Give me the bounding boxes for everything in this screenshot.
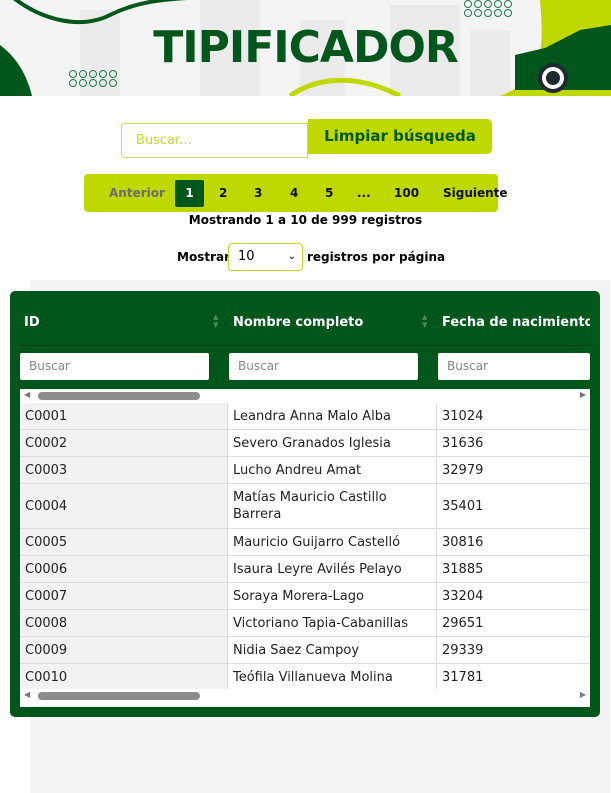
table-row[interactable]: C0010 Teófila Villanueva Molina 31781	[20, 664, 590, 691]
cell-birthdate: 31636	[442, 435, 484, 451]
pagination: Anterior 1 2 3 4 5 ... 100 Siguiente	[84, 174, 508, 212]
cell-birthdate: 29651	[442, 615, 484, 631]
cell-birthdate: 31885	[442, 561, 484, 577]
scrollbar-thumb[interactable]	[38, 392, 200, 400]
table-row[interactable]: C0009 Nidia Saez Campoy 29339	[20, 637, 590, 664]
cell-name: Victoriano Tapia-Cabanillas	[228, 610, 437, 636]
page-1[interactable]: 1	[175, 180, 204, 207]
page-2[interactable]: 2	[219, 174, 227, 212]
divider	[20, 345, 590, 346]
table-row[interactable]: C0001 Leandra Anna Malo Alba 31024	[20, 403, 590, 430]
column-header-name[interactable]: Nombre completo	[233, 315, 363, 330]
column-header-id[interactable]: ID	[24, 315, 40, 330]
cell-birthdate: 31781	[442, 669, 484, 685]
cell-name: Leandra Anna Malo Alba	[228, 403, 437, 429]
length-label-prefix: Mostrar	[177, 250, 230, 264]
prev-page-button[interactable]: Anterior	[109, 174, 165, 212]
page-5[interactable]: 5	[325, 174, 333, 212]
page-length-value: 10	[238, 249, 255, 264]
scroll-left-icon[interactable]: ◀	[24, 690, 30, 699]
filter-name-input[interactable]: Buscar	[229, 353, 418, 380]
sort-icon[interactable]: ▲ ▼	[422, 313, 427, 329]
cell-id: C0001	[20, 403, 228, 429]
table-row[interactable]: C0007 Soraya Morera-Lago 33204	[20, 583, 590, 610]
scroll-right-icon[interactable]: ▶	[580, 690, 586, 699]
table-row[interactable]: C0005 Mauricio Guijarro Castelló 30816	[20, 529, 590, 556]
cell-name: Lucho Andreu Amat	[228, 457, 437, 483]
cell-birthdate: 35401	[442, 498, 484, 514]
cell-name: Severo Granados Iglesia	[228, 430, 437, 456]
sort-icon[interactable]: ▲ ▼	[213, 313, 218, 329]
cell-id: C0006	[20, 556, 228, 582]
cell-name: Isaura Leyre Avilés Pelayo	[228, 556, 437, 582]
filter-id-input[interactable]: Buscar	[20, 353, 209, 380]
cell-birthdate: 33204	[442, 588, 484, 604]
column-header-birthdate[interactable]: Fecha de nacimiento	[442, 315, 590, 330]
cell-id: C0007	[20, 583, 228, 609]
cell-id: C0008	[20, 610, 228, 636]
table-row[interactable]: C0006 Isaura Leyre Avilés Pelayo 31885	[20, 556, 590, 583]
cell-id: C0002	[20, 430, 228, 456]
table-row[interactable]: C0002 Severo Granados Iglesia 31636	[20, 430, 590, 457]
next-page-button[interactable]: Siguiente	[443, 174, 508, 212]
cell-id: C0009	[20, 637, 228, 663]
scrollbar-thumb[interactable]	[38, 692, 200, 700]
cell-id: C0003	[20, 457, 228, 483]
horizontal-scrollbar-top[interactable]: ◀ ▶	[20, 389, 590, 403]
table-row[interactable]: C0003 Lucho Andreu Amat 32979	[20, 457, 590, 484]
page-title: TIPIFICADOR	[153, 22, 459, 73]
cell-birthdate: 29339	[442, 642, 484, 658]
scroll-left-icon[interactable]: ◀	[24, 390, 30, 399]
cell-name: Matías Mauricio Castillo Barrera	[228, 484, 437, 528]
page-100[interactable]: 100	[394, 174, 419, 212]
records-info: Mostrando 1 a 10 de 999 registros	[188, 213, 423, 227]
clear-search-button[interactable]: Limpiar búsqueda	[308, 119, 492, 154]
table-row[interactable]: C0004 Matías Mauricio Castillo Barrera 354…	[20, 484, 590, 529]
cell-id: C0005	[20, 529, 228, 555]
page-3[interactable]: 3	[254, 174, 262, 212]
page-ellipsis: ...	[357, 186, 371, 200]
cell-name: Teófila Villanueva Molina	[228, 664, 437, 690]
length-label-suffix: registros por página	[307, 250, 446, 264]
cell-birthdate: 30816	[442, 534, 484, 550]
cell-id: C0010	[20, 664, 228, 690]
table-row[interactable]: C0008 Victoriano Tapia-Cabanillas 29651	[20, 610, 590, 637]
page-length-select[interactable]: 10 ⌄	[228, 243, 303, 271]
table-body: ◀ ▶ C0001 Leandra Anna Malo Alba 31024 C0002…	[20, 389, 590, 707]
cell-name: Nidia Saez Campoy	[228, 637, 437, 663]
cell-birthdate: 31024	[442, 408, 484, 424]
cell-name: Mauricio Guijarro Castelló	[228, 529, 437, 555]
cell-id: C0004	[20, 484, 228, 528]
chevron-down-icon: ⌄	[287, 251, 296, 262]
filter-birthdate-input[interactable]: Buscar	[438, 353, 590, 380]
data-table: ID ▲ ▼ Nombre completo ▲ ▼ Fecha de nacimi…	[10, 291, 600, 717]
header-banner: TIPIFICADOR	[0, 0, 611, 96]
cell-birthdate: 32979	[442, 462, 484, 478]
horizontal-scrollbar-bottom[interactable]: ◀ ▶	[20, 689, 590, 703]
search-input[interactable]: Buscar...	[121, 123, 308, 158]
scroll-right-icon[interactable]: ▶	[580, 390, 586, 399]
page-4[interactable]: 4	[290, 174, 298, 212]
cell-name: Soraya Morera-Lago	[228, 583, 437, 609]
